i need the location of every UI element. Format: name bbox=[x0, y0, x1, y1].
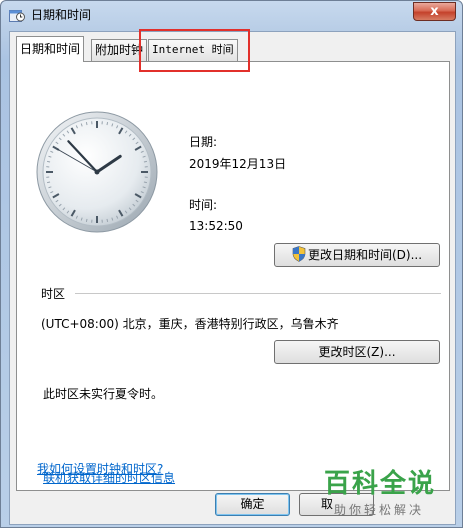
date-value: 2019年12月13日 bbox=[189, 157, 287, 171]
change-timezone-button[interactable]: 更改时区(Z)... bbox=[274, 340, 440, 364]
tab-date-time[interactable]: 日期和时间 bbox=[16, 36, 85, 62]
analog-clock bbox=[36, 111, 158, 233]
watermark-brand: 百科全说 bbox=[324, 469, 437, 499]
close-icon: x bbox=[430, 4, 439, 19]
highlight-annotation bbox=[139, 29, 250, 72]
minute-tick bbox=[106, 218, 109, 222]
dst-note: 此时区未实行夏令时。 bbox=[43, 387, 164, 401]
watermark: 百科全说 助你轻松解决 bbox=[324, 469, 456, 521]
time-label: 时间: bbox=[189, 198, 218, 212]
minute-tick bbox=[85, 122, 88, 126]
minute-tick bbox=[85, 218, 88, 222]
minute-tick bbox=[143, 160, 147, 163]
title-bar[interactable]: 日期和时间 x bbox=[1, 1, 462, 31]
minute-tick bbox=[106, 122, 109, 126]
how-to-set-clock-link[interactable]: 我如何设置时钟和时区? bbox=[37, 460, 163, 477]
date-label: 日期: bbox=[189, 135, 218, 149]
timezone-section-label: 时区 bbox=[41, 287, 66, 301]
minute-tick bbox=[143, 181, 147, 184]
change-date-time-label: 更改日期和时间(D)... bbox=[307, 248, 423, 262]
uac-shield-icon bbox=[292, 246, 306, 262]
minute-tick bbox=[47, 160, 51, 163]
watermark-subtitle: 助你轻松解决 bbox=[334, 503, 425, 517]
change-date-time-button[interactable]: 更改日期和时间(D)... bbox=[274, 243, 440, 267]
clock-calendar-icon bbox=[9, 10, 25, 22]
date-time-dialog: 日期和时间 x 日期和时间 附加时钟 Internet 时间 日期: 2019年… bbox=[0, 0, 463, 528]
timezone-value: (UTC+08:00) 北京，重庆，香港特别行政区，乌鲁木齐 bbox=[41, 317, 339, 331]
minute-tick bbox=[47, 181, 51, 184]
ok-button[interactable]: 确定 bbox=[215, 493, 290, 516]
clock-center bbox=[94, 169, 100, 175]
separator bbox=[75, 293, 441, 294]
time-value: 13:52:50 bbox=[189, 219, 243, 233]
window-title: 日期和时间 bbox=[31, 8, 92, 22]
dialog-client-area: 日期和时间 附加时钟 Internet 时间 日期: 2019年12月13日 时… bbox=[9, 29, 456, 525]
tab-panel: 日期: 2019年12月13日 时间: 13:52:50 更改日期和时间(D).… bbox=[16, 61, 450, 491]
close-button[interactable]: x bbox=[413, 2, 456, 21]
change-timezone-label: 更改时区(Z)... bbox=[318, 345, 396, 359]
